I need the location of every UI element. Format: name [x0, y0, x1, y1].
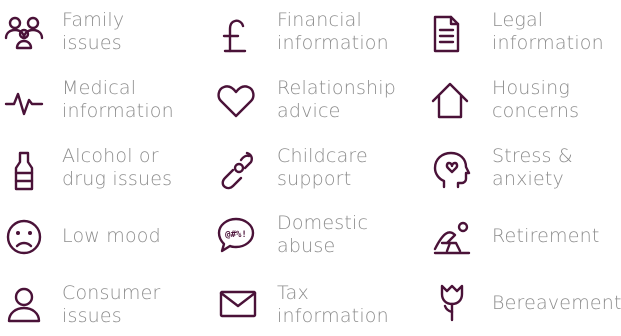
topic-label: Housing concerns — [492, 77, 580, 122]
sad-face-icon — [2, 215, 46, 259]
topic-financial-information[interactable]: Financial information — [210, 0, 410, 64]
topic-stress-anxiety[interactable]: Stress & anxiety — [424, 138, 621, 202]
topic-housing-concerns[interactable]: Housing concerns — [424, 70, 621, 134]
topic-domestic-abuse[interactable]: @#%! Domestic abuse — [210, 205, 410, 269]
topic-alcohol-or-drug-issues[interactable]: Alcohol or drug issues — [0, 138, 200, 202]
topic-label: Tax information — [277, 282, 389, 327]
topic-low-mood[interactable]: Low mood — [0, 205, 200, 269]
pacifier-icon — [215, 148, 259, 192]
document-icon — [424, 12, 468, 56]
heart-icon — [214, 78, 258, 122]
topic-label: Consumer issues — [62, 282, 161, 327]
topic-retirement[interactable]: Retirement — [424, 205, 621, 269]
topic-label: Family issues — [62, 9, 125, 54]
topic-legal-information[interactable]: Legal information — [424, 0, 621, 64]
topic-relationship-advice[interactable]: Relationship advice — [210, 70, 410, 134]
topic-label: Childcare support — [277, 145, 368, 190]
family-icon — [2, 10, 46, 54]
topic-family-issues[interactable]: Family issues — [0, 0, 200, 64]
topic-childcare-support[interactable]: Childcare support — [210, 138, 410, 202]
topic-label: Bereavement — [492, 292, 621, 314]
topic-label: Stress & anxiety — [492, 145, 573, 190]
topic-grid: Family issues Financial information Lega… — [0, 0, 621, 327]
pound-icon — [214, 13, 258, 57]
svg-text:@#%!: @#%! — [225, 230, 247, 240]
topic-tax-information[interactable]: Tax information — [210, 272, 410, 336]
sun-chair-icon — [430, 215, 474, 259]
speech-bubble-icon: @#%! — [214, 213, 258, 257]
topic-medical-information[interactable]: Medical information — [0, 70, 200, 134]
heartbeat-icon — [2, 80, 46, 124]
flower-icon — [430, 280, 474, 324]
house-icon — [428, 78, 472, 122]
topic-bereavement[interactable]: Bereavement — [424, 272, 621, 336]
topic-label: Domestic abuse — [277, 212, 369, 257]
topic-label: Medical information — [62, 77, 174, 122]
topic-label: Financial information — [277, 9, 389, 54]
topic-label: Relationship advice — [277, 77, 397, 122]
topic-label: Low mood — [62, 225, 161, 247]
topic-label: Retirement — [492, 225, 600, 247]
topic-label: Alcohol or drug issues — [62, 145, 173, 190]
person-icon — [2, 282, 46, 326]
topic-consumer-issues[interactable]: Consumer issues — [0, 272, 200, 336]
envelope-icon — [216, 282, 260, 326]
head-icon — [428, 148, 472, 192]
bottle-icon — [2, 149, 46, 193]
topic-label: Legal information — [492, 9, 604, 54]
